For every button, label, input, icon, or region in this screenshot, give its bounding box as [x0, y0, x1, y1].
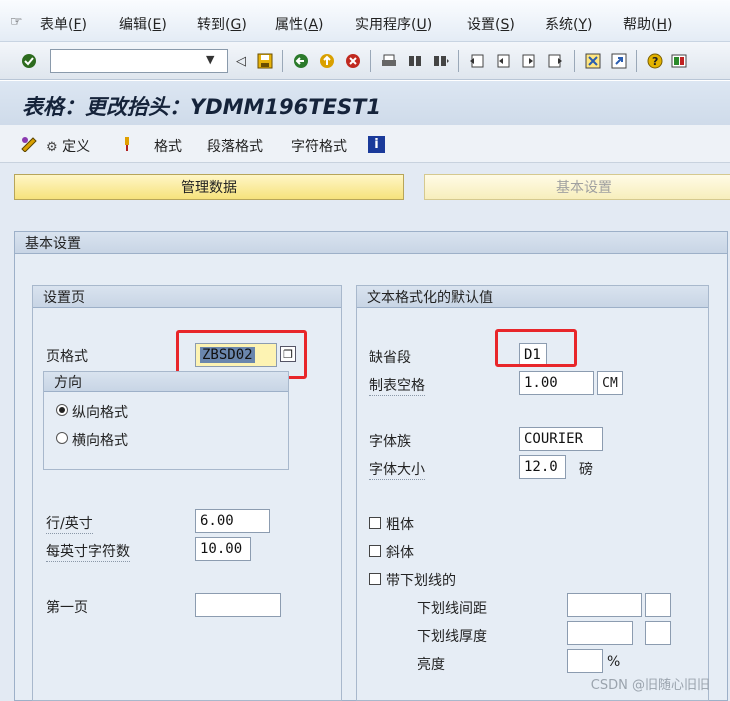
underline-checkbox[interactable] — [369, 573, 381, 585]
application-toolbar — [0, 125, 730, 163]
help-icon[interactable]: ? — [646, 52, 664, 70]
font-family-label: 字体族 — [369, 434, 411, 450]
font-size-field[interactable]: 12.0 — [519, 455, 566, 479]
page-format-label: 页格式 — [46, 349, 88, 365]
command-field[interactable] — [50, 49, 228, 73]
default-paragraph-label: 缺省段 — [369, 350, 411, 366]
underline-thickness-unit-field[interactable] — [645, 621, 671, 645]
paragraph-format-button[interactable]: 段落格式 — [207, 136, 263, 156]
find-icon[interactable] — [406, 52, 424, 70]
italic-label: 斜体 — [386, 545, 414, 561]
brightness-label: 亮度 — [417, 657, 445, 673]
shortcut-icon[interactable] — [610, 52, 628, 70]
font-size-unit: 磅 — [579, 462, 593, 478]
svg-text:?: ? — [652, 55, 658, 68]
menu-settings[interactable]: 设置(S) — [467, 14, 515, 34]
tab-basic-settings[interactable]: 基本设置 — [424, 174, 730, 200]
print-icon[interactable] — [380, 52, 398, 70]
back-arrow-icon[interactable]: ◁ — [232, 52, 250, 70]
bold-label: 粗体 — [386, 517, 414, 533]
underline-spacing-label: 下划线间距 — [417, 601, 487, 617]
orientation-header: 方向 — [44, 372, 288, 392]
portrait-label: 纵向格式 — [72, 405, 128, 421]
brightness-field[interactable] — [567, 649, 603, 673]
toolbar-separator — [458, 50, 459, 72]
info-icon[interactable]: i — [368, 136, 385, 153]
watermark: CSDN @旧随心旧旧 — [590, 678, 710, 693]
enter-check-icon[interactable] — [20, 52, 38, 70]
highlight-box — [495, 329, 577, 367]
next-page-icon[interactable] — [520, 52, 538, 70]
chars-per-inch-field[interactable]: 10.00 — [195, 537, 251, 561]
first-page-label: 第一页 — [46, 600, 88, 616]
char-format-button[interactable]: 字符格式 — [291, 136, 347, 156]
tab-spacing-field[interactable]: 1.00 — [519, 371, 594, 395]
display-change-icon[interactable] — [20, 136, 40, 156]
font-family-field[interactable]: COURIER — [519, 427, 603, 451]
prev-page-icon[interactable] — [494, 52, 512, 70]
underline-thickness-field[interactable] — [567, 621, 633, 645]
toolbar-separator — [370, 50, 371, 72]
bold-checkbox[interactable] — [369, 517, 381, 529]
format-button[interactable]: 格式 — [154, 136, 182, 156]
italic-checkbox[interactable] — [369, 545, 381, 557]
define-icon: ⚙ — [46, 140, 58, 155]
menu-goto[interactable]: 转到(G) — [197, 14, 247, 34]
back-icon[interactable] — [292, 52, 310, 70]
toolbar-separator — [574, 50, 575, 72]
find-next-icon[interactable] — [432, 52, 450, 70]
toolbar-separator — [282, 50, 283, 72]
landscape-label: 横向格式 — [72, 433, 128, 449]
basic-settings-header: 基本设置 — [15, 232, 727, 254]
new-session-icon[interactable] — [584, 52, 602, 70]
menu-system[interactable]: 系统(Y) — [545, 14, 593, 34]
toolbar-separator — [636, 50, 637, 72]
menu-help[interactable]: 帮助(H) — [623, 14, 672, 34]
tab-admin-data[interactable]: 管理数据 — [14, 174, 404, 200]
tab-spacing-label: 制表空格 — [369, 375, 425, 396]
menu-pin-icon[interactable]: ☞ — [10, 14, 23, 30]
exit-icon[interactable] — [318, 52, 336, 70]
portrait-radio[interactable] — [56, 404, 68, 416]
first-page-field[interactable] — [195, 593, 281, 617]
menu-edit[interactable]: 编辑(E) — [119, 14, 167, 34]
underline-spacing-unit-field[interactable] — [645, 593, 671, 617]
save-icon[interactable] — [256, 52, 274, 70]
underline-thickness-label: 下划线厚度 — [417, 629, 487, 645]
text-format-header: 文本格式化的默认值 — [357, 286, 708, 308]
define-button[interactable]: ⚙ 定义 — [46, 136, 90, 156]
chevron-down-icon[interactable]: ▼ — [206, 53, 214, 66]
lines-per-inch-field[interactable]: 6.00 — [195, 509, 270, 533]
font-size-label: 字体大小 — [369, 459, 425, 480]
menu-form[interactable]: 表单(F) — [40, 14, 87, 34]
page-setup-header: 设置页 — [33, 286, 341, 308]
brightness-unit: % — [607, 654, 621, 670]
menu-attributes[interactable]: 属性(A) — [275, 14, 324, 34]
menu-utilities[interactable]: 实用程序(U) — [355, 14, 432, 34]
cancel-icon[interactable] — [344, 52, 362, 70]
layout-icon[interactable] — [670, 52, 688, 70]
lines-per-inch-label: 行/英寸 — [46, 513, 93, 534]
underline-spacing-field[interactable] — [567, 593, 642, 617]
last-page-icon[interactable] — [546, 52, 564, 70]
page-title: 表格：更改抬头：YDMM196TEST1 — [22, 95, 381, 119]
info-pin-icon[interactable] — [122, 135, 132, 157]
chars-per-inch-label: 每英寸字符数 — [46, 541, 130, 562]
first-page-icon[interactable] — [468, 52, 486, 70]
tab-spacing-unit-field[interactable]: CM — [597, 371, 623, 395]
landscape-radio[interactable] — [56, 432, 68, 444]
underline-label: 带下划线的 — [386, 573, 456, 589]
